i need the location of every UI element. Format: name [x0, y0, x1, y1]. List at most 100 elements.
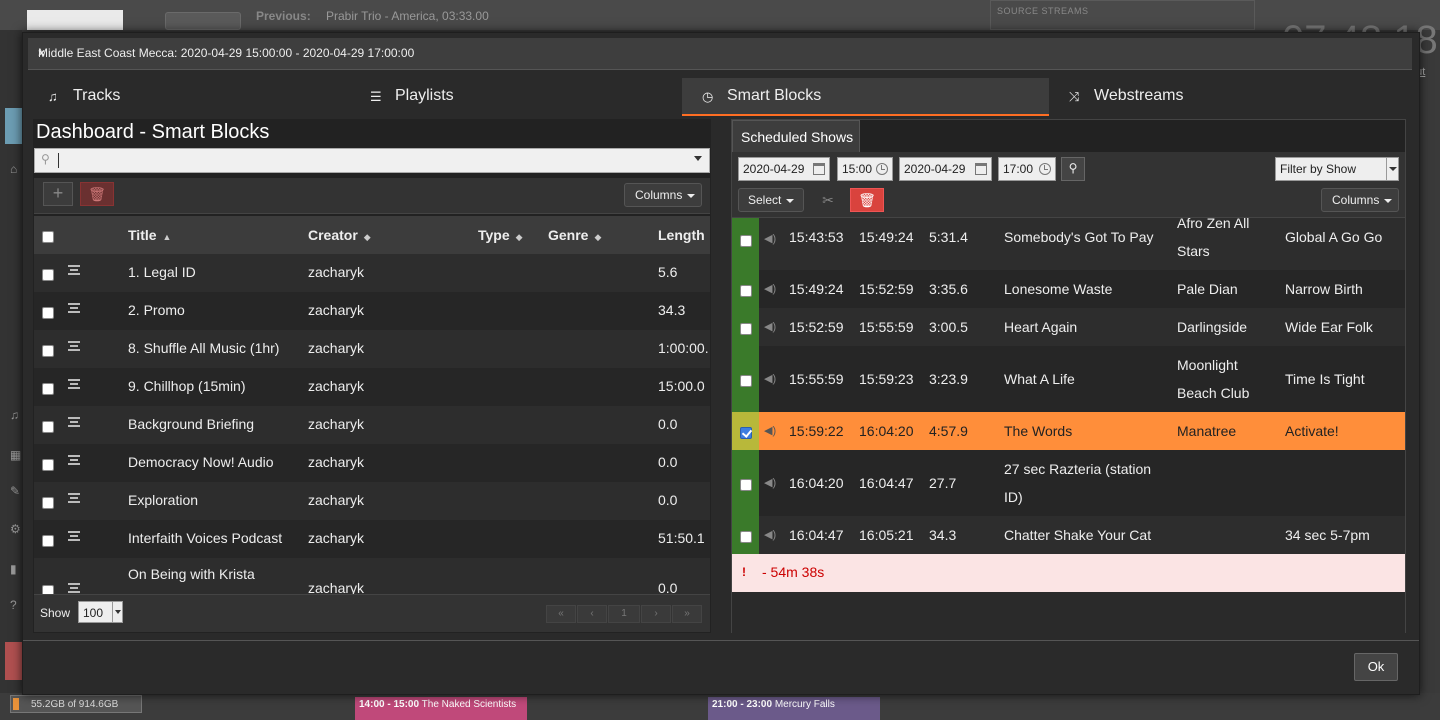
row-checkbox[interactable]	[42, 497, 54, 509]
home-icon[interactable]: ⌂	[10, 162, 17, 176]
previous-label: Previous:	[256, 9, 311, 23]
end-date-input[interactable]: 2020-04-29	[899, 157, 992, 181]
columns-label: Columns	[635, 188, 683, 202]
table-row[interactable]: 9. Chillhop (15min) zacharyk 15:00.0	[34, 368, 710, 406]
cell-title: Somebody's Got To Pay	[1004, 229, 1154, 245]
cell-artist: Moonlight Beach Club	[1177, 357, 1250, 401]
table-row-now-playing[interactable]: ◀) 15:59:22 16:04:20 4:57.9 The Words Ma…	[732, 412, 1405, 450]
cell-creator: zacharyk	[308, 530, 365, 546]
table-row[interactable]: ◀) 15:52:59 15:55:59 3:00.5 Heart Again …	[732, 308, 1405, 346]
smart-block-icon	[68, 417, 80, 427]
row-checkbox[interactable]	[740, 531, 752, 543]
storage-fill	[13, 698, 19, 710]
wrench-icon[interactable]: ✎	[10, 484, 20, 498]
close-icon[interactable]: ×	[38, 46, 1397, 60]
table-row[interactable]: ◀) 16:04:47 16:05:21 34.3 Chatter Shake …	[732, 516, 1405, 554]
calendar-icon[interactable]: ▦	[10, 448, 21, 462]
row-checkbox[interactable]	[42, 269, 54, 281]
row-checkbox[interactable]	[42, 459, 54, 471]
header-button[interactable]	[165, 12, 241, 30]
columns-button[interactable]: Columns	[624, 183, 702, 207]
table-row[interactable]: Democracy Now! Audio zacharyk 0.0	[34, 444, 710, 482]
tab-playlists[interactable]: ☰ Playlists	[350, 78, 680, 116]
table-row[interactable]: On Being with Krista zacharyk 0.0	[34, 558, 710, 594]
ok-button[interactable]: Ok	[1354, 653, 1398, 681]
page-number[interactable]: 1	[608, 605, 640, 623]
table-row[interactable]: Background Briefing zacharyk 0.0	[34, 406, 710, 444]
table-row[interactable]: ◀) 16:04:20 16:04:47 27.7 27 sec Razteri…	[732, 450, 1405, 516]
table-row[interactable]: ◀) 15:49:24 15:52:59 3:35.6 Lonesome Was…	[732, 270, 1405, 308]
table-row[interactable]: Exploration zacharyk 0.0	[34, 482, 710, 520]
delete-button[interactable]: 🗑	[850, 188, 884, 212]
storage-meter: 55.2GB of 914.6GB	[10, 695, 142, 713]
row-checkbox[interactable]	[42, 535, 54, 547]
table-row[interactable]: Interfaith Voices Podcast zacharyk 51:50.1	[34, 520, 710, 558]
row-checkbox[interactable]	[740, 375, 752, 387]
music-icon[interactable]: ♫	[10, 408, 19, 422]
row-checkbox[interactable]	[740, 235, 752, 247]
select-button[interactable]: Select	[738, 188, 804, 212]
start-time-input[interactable]: 15:00	[837, 157, 893, 181]
table-row[interactable]: 1. Legal ID zacharyk 5.6	[34, 254, 710, 292]
smart-block-icon	[68, 265, 80, 275]
cell-length: 27.7	[929, 475, 957, 491]
filter-by-show-select[interactable]: Filter by Show	[1275, 157, 1399, 181]
cell-start: 15:55:59	[789, 371, 844, 387]
column-length[interactable]: Length	[658, 227, 705, 243]
help-icon[interactable]: ?	[10, 598, 17, 612]
column-creator-label: Creator	[308, 227, 358, 243]
stats-icon[interactable]: ▮	[10, 562, 17, 576]
row-checkbox[interactable]	[42, 421, 54, 433]
library-search-input[interactable]: ⚲	[34, 148, 710, 173]
column-creator[interactable]: Creator ◆	[308, 227, 371, 243]
smart-block-icon	[68, 531, 80, 541]
row-checkbox[interactable]	[42, 345, 54, 357]
row-checkbox[interactable]	[740, 479, 752, 491]
tab-smart-blocks[interactable]: ◷ Smart Blocks	[682, 78, 1049, 116]
row-checkbox[interactable]	[42, 307, 54, 319]
cell-length: 15:00.0	[658, 378, 705, 394]
chevron-down-icon[interactable]	[694, 156, 702, 161]
column-type[interactable]: Type ◆	[478, 227, 523, 243]
cell-length: 1:00:00.	[658, 340, 709, 356]
cell-title: 8. Shuffle All Music (1hr)	[128, 340, 280, 356]
column-genre[interactable]: Genre ◆	[548, 227, 601, 243]
table-row[interactable]: ◀) 15:55:59 15:59:23 3:23.9 What A Life …	[732, 346, 1405, 412]
end-time-input[interactable]: 17:00	[998, 157, 1056, 181]
add-button[interactable]: +	[43, 182, 73, 206]
cell-title: Democracy Now! Audio	[128, 454, 274, 470]
last-page-button[interactable]: »	[672, 605, 702, 623]
prev-page-button[interactable]: ‹	[577, 605, 607, 623]
calendar-event[interactable]: 21:00 - 23:00 Mercury Falls	[708, 697, 880, 720]
start-date-input[interactable]: 2020-04-29	[738, 157, 830, 181]
tab-scheduled-shows[interactable]: Scheduled Shows	[732, 120, 860, 152]
row-checkbox[interactable]	[740, 427, 752, 439]
tab-webstreams[interactable]: ⤨ Webstreams	[1049, 78, 1412, 116]
next-page-button[interactable]: ›	[641, 605, 671, 623]
smart-block-icon	[68, 455, 80, 465]
clock-icon: ◷	[702, 89, 714, 104]
source-streams-label: SOURCE STREAMS	[997, 6, 1089, 16]
columns-button[interactable]: Columns	[1321, 188, 1399, 212]
calendar-event[interactable]: 14:00 - 15:00 The Naked Scientists	[355, 697, 527, 720]
row-checkbox[interactable]	[42, 383, 54, 395]
tab-tracks[interactable]: ♫ Tracks	[28, 78, 358, 116]
table-row[interactable]: ◀) 15:43:53 15:49:24 5:31.4 Somebody's G…	[732, 218, 1405, 270]
column-title[interactable]: Title ▲	[128, 227, 171, 243]
page-size-select[interactable]: 100	[78, 601, 123, 623]
delete-button[interactable]: 🗑	[80, 182, 114, 206]
sort-icon: ◆	[515, 232, 523, 242]
row-checkbox[interactable]	[740, 323, 752, 335]
row-checkbox[interactable]	[740, 285, 752, 297]
columns-label: Columns	[1332, 193, 1380, 207]
table-row[interactable]: 2. Promo zacharyk 34.3	[34, 292, 710, 330]
cell-title: Chatter Shake Your Cat	[1004, 527, 1152, 543]
scissors-icon[interactable]: ✂	[812, 188, 844, 212]
select-all-checkbox[interactable]	[42, 231, 54, 243]
first-page-button[interactable]: «	[546, 605, 576, 623]
gear-icon[interactable]: ⚙	[10, 522, 21, 536]
search-button[interactable]: ⚲	[1061, 157, 1085, 181]
row-checkbox[interactable]	[42, 585, 54, 594]
sidebar-active-item[interactable]	[5, 108, 22, 144]
table-row[interactable]: 8. Shuffle All Music (1hr) zacharyk 1:00:0…	[34, 330, 710, 368]
